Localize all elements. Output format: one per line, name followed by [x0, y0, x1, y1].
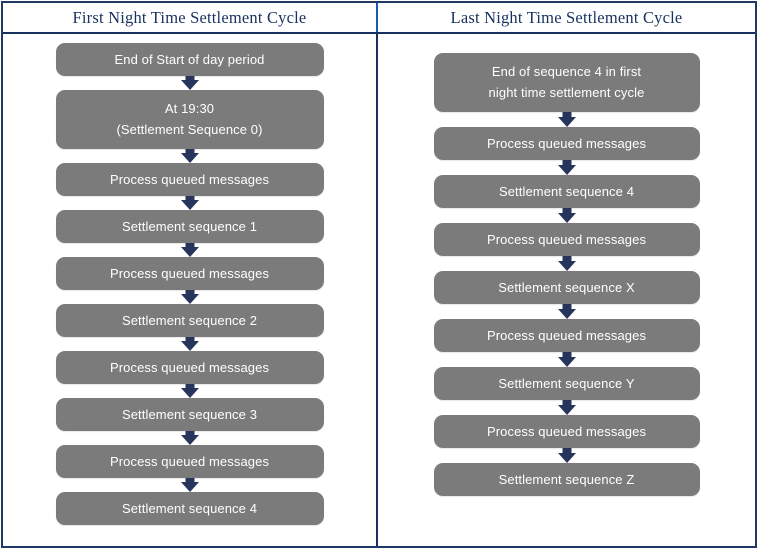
flow-arrow-down-icon	[180, 76, 200, 90]
flow-node-label: Process queued messages	[486, 423, 647, 439]
arrow-head	[180, 388, 199, 398]
flow-arrow-down-icon	[557, 400, 577, 415]
flow-arrow-down-icon	[557, 304, 577, 319]
flow-node-label: Process queued messages	[109, 453, 270, 469]
header-cell-last-cycle: Last Night Time Settlement Cycle	[378, 3, 755, 32]
flow-node-label: Settlement sequence 4	[121, 500, 258, 516]
column-last-cycle: End of sequence 4 in first night time set…	[378, 34, 755, 546]
flow-node-label: night time settlement cycle	[488, 85, 645, 100]
flow-node-label: Settlement sequence 1	[121, 218, 258, 234]
flow-arrow-down-icon	[557, 160, 577, 175]
flow-node-label: Settlement sequence Z	[498, 471, 635, 487]
arrow-head	[180, 435, 199, 445]
flow-node-label: End of sequence 4 in first	[491, 64, 642, 79]
flow-arrow-down-icon	[180, 290, 200, 304]
column-first-cycle: End of Start of day period At 19:30 (Settl…	[3, 34, 378, 546]
arrow-head	[180, 153, 199, 163]
arrow-head	[180, 80, 199, 90]
flow-arrow-down-icon	[557, 352, 577, 367]
arrow-head	[557, 453, 576, 463]
flow-arrow-down-icon	[180, 149, 200, 163]
flow-node: Process queued messages	[433, 223, 700, 256]
header-cell-first-cycle: First Night Time Settlement Cycle	[3, 3, 378, 32]
flow-arrow-down-icon	[180, 431, 200, 445]
arrow-head	[557, 165, 576, 175]
flow-node-label: End of Start of day period	[114, 51, 265, 67]
flow-node: Process queued messages	[433, 319, 700, 352]
arrow-head	[557, 261, 576, 271]
flow-node-label: Settlement sequence Y	[498, 375, 635, 391]
flow-node: Settlement sequence 4	[433, 175, 700, 208]
settlement-cycle-table: First Night Time Settlement Cycle Last N…	[1, 1, 757, 548]
first-cycle-title: First Night Time Settlement Cycle	[72, 7, 307, 27]
flow-arrow-down-icon	[180, 196, 200, 210]
flow-node-label: Process queued messages	[486, 327, 647, 343]
flow-node-label: Settlement sequence 4	[498, 183, 635, 199]
flow-arrow-down-icon	[180, 337, 200, 351]
flow-node: Process queued messages	[55, 445, 324, 478]
flow-node: End of Start of day period	[55, 43, 324, 76]
flow-node-label: (Settlement Sequence 0)	[116, 122, 263, 137]
flow-node-label: Process queued messages	[109, 265, 270, 281]
arrow-head	[180, 200, 199, 210]
arrow-head	[557, 405, 576, 415]
flow-node: Settlement sequence 2	[55, 304, 324, 337]
arrow-head	[557, 117, 576, 127]
flow-arrow-down-icon	[557, 256, 577, 271]
flow-node: Settlement sequence Z	[433, 463, 700, 496]
table-header-row: First Night Time Settlement Cycle Last N…	[3, 3, 755, 34]
arrow-head	[180, 482, 199, 492]
flowchart-last-cycle: End of sequence 4 in first night time set…	[378, 34, 755, 496]
flow-arrow-down-icon	[557, 208, 577, 223]
arrow-head	[180, 247, 199, 257]
flow-node: Settlement sequence 4	[55, 492, 324, 525]
flow-node-label: At 19:30	[164, 101, 215, 116]
flow-arrow-down-icon	[557, 448, 577, 463]
arrow-head	[557, 309, 576, 319]
arrow-head	[557, 357, 576, 367]
flow-node: Settlement sequence 1	[55, 210, 324, 243]
flow-node: Process queued messages	[55, 351, 324, 384]
flow-arrow-down-icon	[557, 112, 577, 127]
flow-node-label: Process queued messages	[486, 231, 647, 247]
flow-node: Settlement sequence Y	[433, 367, 700, 400]
table-body-row: End of Start of day period At 19:30 (Settl…	[3, 34, 755, 546]
flow-arrow-down-icon	[180, 243, 200, 257]
flow-arrow-down-icon	[180, 384, 200, 398]
flow-node-label: Process queued messages	[109, 359, 270, 375]
flow-arrow-down-icon	[180, 478, 200, 492]
flow-node: Process queued messages	[55, 163, 324, 196]
arrow-head	[557, 213, 576, 223]
diagram-page: First Night Time Settlement Cycle Last N…	[0, 0, 758, 549]
flow-node: At 19:30 (Settlement Sequence 0)	[55, 90, 324, 149]
arrow-head	[180, 341, 199, 351]
flow-node-label: Process queued messages	[109, 171, 270, 187]
flow-node: End of sequence 4 in first night time set…	[433, 53, 700, 112]
flow-node: Settlement sequence X	[433, 271, 700, 304]
flow-node-label: Settlement sequence 2	[121, 312, 258, 328]
flow-node: Process queued messages	[433, 415, 700, 448]
flow-node: Process queued messages	[433, 127, 700, 160]
flow-node-label: Settlement sequence X	[498, 279, 635, 295]
flow-node: Settlement sequence 3	[55, 398, 324, 431]
flow-node: Process queued messages	[55, 257, 324, 290]
flow-node-label: Settlement sequence 3	[121, 406, 258, 422]
flow-node-label: Process queued messages	[486, 135, 647, 151]
flowchart-first-cycle: End of Start of day period At 19:30 (Settl…	[3, 34, 376, 525]
arrow-head	[180, 294, 199, 304]
last-cycle-title: Last Night Time Settlement Cycle	[450, 7, 683, 27]
